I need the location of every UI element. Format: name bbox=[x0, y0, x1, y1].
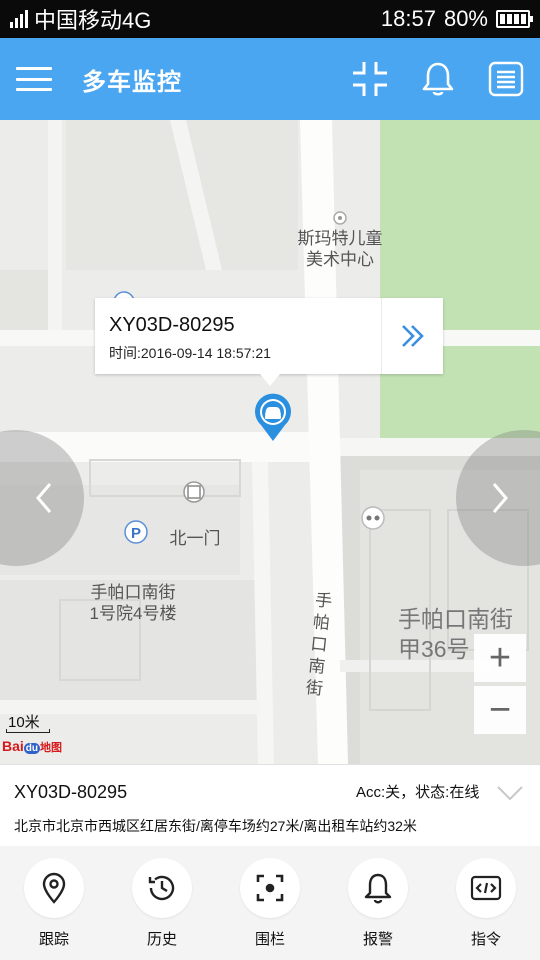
fullscreen-icon bbox=[353, 62, 387, 96]
map-label-poi: 斯玛特儿童 美术中心 bbox=[297, 229, 383, 269]
popup-time: 时间:2016-09-14 18:57:21 bbox=[109, 345, 271, 361]
zoom-in-button[interactable]: + bbox=[474, 634, 526, 682]
double-chevron-right-icon bbox=[401, 325, 424, 347]
bell-icon bbox=[422, 62, 454, 96]
fence-button[interactable]: 围栏 bbox=[216, 846, 324, 960]
zoom-out-button[interactable]: − bbox=[474, 686, 526, 734]
action-label: 历史 bbox=[146, 931, 177, 948]
command-icon bbox=[470, 875, 502, 901]
car-marker-icon bbox=[255, 393, 291, 441]
battery-icon bbox=[496, 10, 533, 28]
list-icon bbox=[488, 61, 524, 97]
menu-icon[interactable] bbox=[16, 67, 52, 91]
history-button[interactable]: 历史 bbox=[108, 846, 216, 960]
clock-text: 18:57 bbox=[380, 6, 436, 31]
notifications-button[interactable] bbox=[418, 59, 458, 99]
command-button[interactable]: 指令 bbox=[432, 846, 540, 960]
vehicle-list-button[interactable] bbox=[486, 59, 526, 99]
map-label-gate: 北一门 bbox=[169, 529, 221, 548]
action-label: 围栏 bbox=[254, 931, 285, 948]
map-scale-bar bbox=[6, 729, 50, 733]
page-title: 多车监控 bbox=[82, 68, 182, 96]
history-icon bbox=[148, 875, 175, 901]
popup-plate: XY03D-80295 bbox=[109, 314, 235, 336]
action-label: 指令 bbox=[470, 931, 501, 948]
info-plate: XY03D-80295 bbox=[14, 782, 128, 802]
collapse-button[interactable] bbox=[496, 785, 524, 806]
action-label: 报警 bbox=[362, 931, 393, 948]
popup-detail-button[interactable] bbox=[381, 298, 443, 374]
map-label-building: 手帕口南街 1号院4号楼 bbox=[89, 583, 177, 623]
chevron-down-icon bbox=[497, 786, 523, 801]
carrier-text: 中国移动4G bbox=[34, 8, 152, 33]
vehicle-info-panel: XY03D-80295 Acc:关，状态:在线 北京市北京市西城区红居东街/离停… bbox=[0, 764, 540, 846]
alarm-bell-icon bbox=[364, 873, 392, 904]
track-button[interactable]: 跟踪 bbox=[0, 846, 108, 960]
location-pin-icon bbox=[42, 872, 66, 904]
vehicle-popup[interactable]: XY03D-80295 时间:2016-09-14 18:57:21 bbox=[95, 298, 443, 386]
action-bar: 跟踪 历史 围栏 报警 指令 bbox=[0, 846, 540, 960]
map-view[interactable]: P P 斯玛特儿童美术中心 北一门 手帕口南街1号院4号楼 手 帕 口 南 街 … bbox=[0, 120, 540, 764]
chevron-left-icon bbox=[36, 483, 52, 513]
svg-text:P: P bbox=[131, 525, 141, 542]
battery-text: 80% bbox=[443, 6, 488, 31]
chevron-right-icon bbox=[492, 483, 508, 513]
fullscreen-button[interactable] bbox=[350, 59, 390, 99]
action-label: 跟踪 bbox=[38, 931, 69, 948]
info-address: 北京市北京市西城区红居东街/离停车场约27米/离出租车站约32米 bbox=[14, 818, 417, 834]
car-marker[interactable] bbox=[253, 393, 293, 443]
status-bar: 中国移动4G 18:57 80% bbox=[0, 0, 540, 38]
baidu-logo: Bai du 地图 bbox=[2, 738, 63, 754]
alarm-button[interactable]: 报警 bbox=[324, 846, 432, 960]
fence-icon bbox=[256, 874, 284, 902]
info-status: Acc:关，状态:在线 bbox=[356, 784, 480, 801]
app-header: 多车监控 bbox=[0, 38, 540, 120]
signal-icon bbox=[10, 10, 28, 28]
zoom-control: + − bbox=[474, 634, 526, 734]
